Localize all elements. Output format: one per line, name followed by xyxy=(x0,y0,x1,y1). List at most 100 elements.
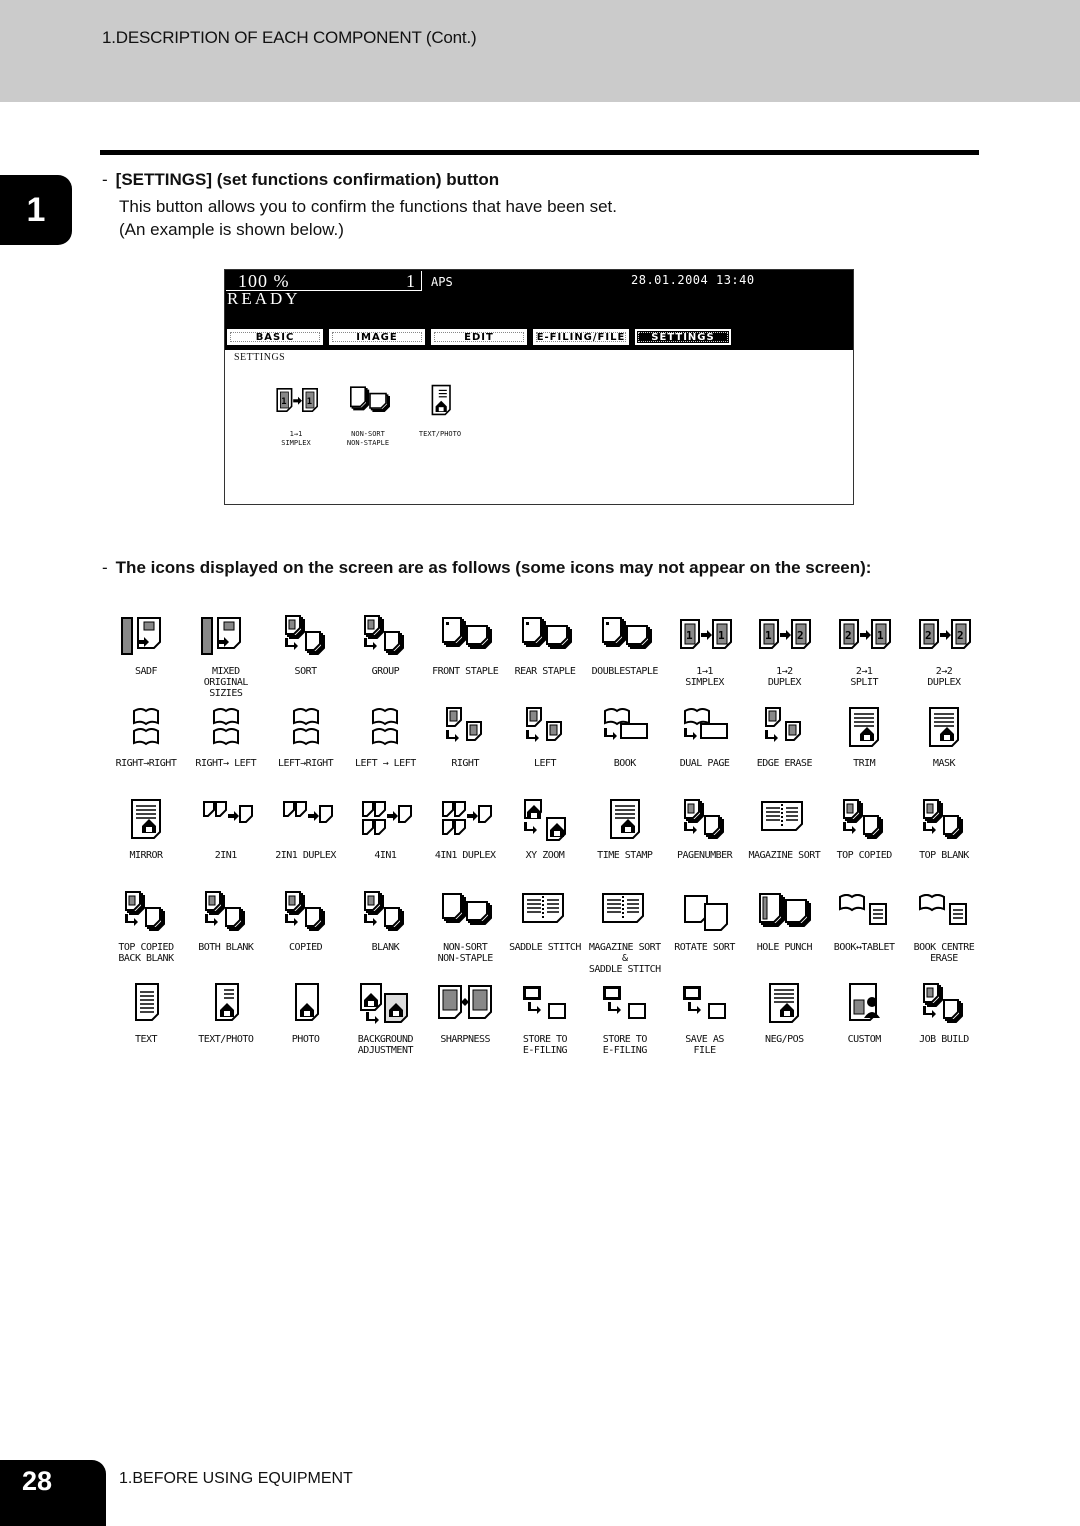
icon-label: SHARPNESS xyxy=(440,1034,491,1045)
top-copied-icon xyxy=(835,796,893,844)
duplex-2to2-icon: 22 xyxy=(915,612,973,660)
book-left-right-icon xyxy=(277,704,335,752)
svg-text:1: 1 xyxy=(765,629,772,642)
icon-label: SORT xyxy=(294,666,318,677)
icon-legend-item: MAGAZINE SORT xyxy=(748,796,821,861)
icon-legend-item: XY ZOOM xyxy=(509,796,581,861)
icon-label: BLANK xyxy=(371,942,400,953)
footer-page-tab xyxy=(0,1460,106,1526)
section-description: This button allows you to confirm the fu… xyxy=(119,197,618,216)
icon-legend-item[interactable]: TEXT/PHOTO xyxy=(409,378,471,448)
icon-label: PHOTO xyxy=(291,1034,320,1045)
tab-basic[interactable]: BASIC xyxy=(227,329,323,345)
icon-legend-item[interactable]: NON-SORT NON-STAPLE xyxy=(337,378,399,448)
icon-label: FRONT STAPLE xyxy=(432,666,499,677)
icon-legend-item: PAGENUMBER xyxy=(669,796,741,861)
icon-legend-item[interactable]: 1 1 1→1 SIMPLEX xyxy=(265,378,327,448)
icon-label: RIGHT xyxy=(451,758,479,769)
trim-icon xyxy=(835,704,893,752)
icon-label: SAVE AS FILE xyxy=(685,1034,724,1056)
icon-label: BACKGROUND ADJUSTMENT xyxy=(357,1034,414,1056)
text-icon xyxy=(117,980,175,1028)
icon-label: TIME STAMP xyxy=(597,850,653,861)
icon-row: TEXT TEXT/PHOTO PHOTO BACKGROUND ADJUSTMENT… xyxy=(110,980,980,1072)
icon-legend-item: SHARPNESS xyxy=(429,980,501,1045)
icon-legend-item: 1 2 1→2 DUPLEX xyxy=(748,612,820,688)
icon-legend-item: 4IN1 xyxy=(349,796,421,861)
icon-label: NON-SORT NON-STAPLE xyxy=(346,430,390,447)
footer-chapter-title: 1.BEFORE USING EQUIPMENT xyxy=(119,1470,353,1487)
icon-label: MIRROR xyxy=(129,850,163,861)
icon-label: NON-SORT NON-STAPLE xyxy=(437,942,494,964)
text-photo-icon xyxy=(411,378,469,426)
icon-legend-item: GROUP xyxy=(349,612,421,677)
icon-legend-item: SADDLE STITCH xyxy=(509,888,581,953)
icon-legend-item: MAGAZINE SORT & SADDLE STITCH xyxy=(589,888,661,975)
svg-text:1: 1 xyxy=(306,397,311,407)
background-adjustment-icon xyxy=(356,980,414,1028)
icon-label: LEFT→RIGHT xyxy=(277,758,334,769)
blank-icon xyxy=(356,888,414,936)
icon-label: 2IN1 DUPLEX xyxy=(275,850,336,861)
icon-label: DOUBLESTAPLE xyxy=(591,666,659,677)
icon-label: COPIED xyxy=(289,942,323,953)
bullet: - xyxy=(102,558,108,577)
icon-legend-item: JOB BUILD xyxy=(908,980,980,1045)
icon-legend-item: SAVE AS FILE xyxy=(669,980,741,1056)
right-icon xyxy=(436,704,494,752)
store-to-efiling-icon xyxy=(516,980,574,1028)
job-build-icon xyxy=(915,980,973,1028)
rotate-sort-icon xyxy=(676,888,734,936)
icon-label: MIXED ORIGINAL SIZIES xyxy=(203,666,249,699)
rear-staple-icon xyxy=(516,612,574,660)
icon-list-heading: - The icons displayed on the screen are a… xyxy=(102,558,871,578)
sort-icon xyxy=(277,612,335,660)
icon-label: TOP COPIED BACK BLANK xyxy=(118,942,174,964)
2in1-icon xyxy=(197,796,255,844)
icon-legend-item: LEFT→RIGHT xyxy=(270,704,342,769)
saddle-stitch-icon xyxy=(516,888,574,936)
svg-text:2: 2 xyxy=(845,629,852,642)
icon-label: RIGHT→RIGHT xyxy=(115,758,177,769)
sadf-icon xyxy=(117,612,175,660)
tab-image[interactable]: IMAGE xyxy=(329,329,425,345)
icon-label: XY ZOOM xyxy=(525,850,565,861)
split-2to1-icon: 21 xyxy=(835,612,893,660)
icon-legend-item: 2IN1 DUPLEX xyxy=(270,796,342,861)
icon-legend-item: MIRROR xyxy=(110,796,182,861)
icon-legend-item: DOUBLESTAPLE xyxy=(589,612,661,677)
icon-legend-item: LEFT → LEFT xyxy=(349,704,421,769)
icon-legend-item: LEFT xyxy=(509,704,581,769)
icon-legend-item: 4IN1 DUPLEX xyxy=(429,796,501,861)
icon-label: 1→1 SIMPLEX xyxy=(281,430,311,447)
text-photo-icon xyxy=(197,980,255,1028)
tab-e-filing-file[interactable]: E-FILING/FILE xyxy=(533,329,629,345)
icon-label: MASK xyxy=(932,758,956,769)
icon-label: GROUP xyxy=(371,666,400,677)
icon-label: RIGHT→ LEFT xyxy=(195,758,257,769)
tab-settings[interactable]: SETTINGS xyxy=(635,329,731,345)
icon-legend-item: MIXED ORIGINAL SIZIES xyxy=(190,612,262,699)
svg-text:1: 1 xyxy=(877,629,884,642)
simplex-1to1-icon: 11 xyxy=(676,612,734,660)
paper-mode: APS xyxy=(431,275,453,289)
section-heading: - [SETTINGS] (set functions confirmation)… xyxy=(102,170,499,190)
icon-legend-item: 2 1 2→1 SPLIT xyxy=(828,612,900,688)
icon-legend-item: STORE TO E-FILING xyxy=(589,980,661,1056)
icon-legend-item: TIME STAMP xyxy=(589,796,661,861)
both-blank-icon xyxy=(197,888,255,936)
screen-status-bar: 100 % 1 APS 28.01.2004 13:40 READY BASIC… xyxy=(225,270,853,350)
mask-icon xyxy=(915,704,973,752)
tab-edit[interactable]: EDIT xyxy=(431,329,527,345)
icon-label: TRIM xyxy=(853,758,876,769)
icon-label: STORE TO E-FILING xyxy=(522,1034,568,1056)
icon-label: TEXT/PHOTO xyxy=(418,430,462,438)
icon-label: TOP COPIED xyxy=(836,850,893,861)
book-right-left-icon xyxy=(197,704,255,752)
neg-pos-icon xyxy=(755,980,813,1028)
bullet: - xyxy=(102,170,108,189)
icon-label: MAGAZINE SORT & SADDLE STITCH xyxy=(588,942,661,975)
icon-legend-item: BACKGROUND ADJUSTMENT xyxy=(349,980,421,1056)
header-band: 1.DESCRIPTION OF EACH COMPONENT (Cont.) xyxy=(0,0,1080,102)
icon-label: TOP BLANK xyxy=(919,850,969,861)
